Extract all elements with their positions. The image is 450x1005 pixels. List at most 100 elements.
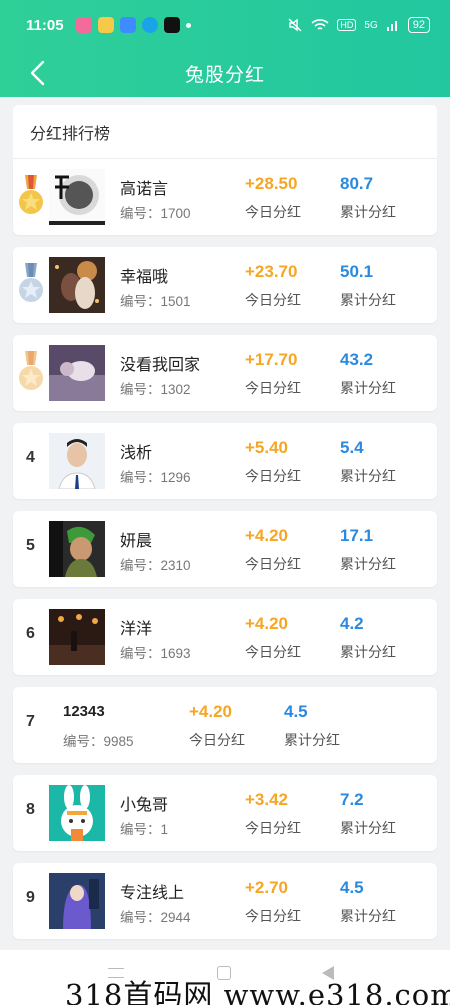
avatar <box>49 345 105 401</box>
leaderboard-row[interactable]: 8 小兔哥 编号：1 +3.42 今日分红 7.2 累计分红 <box>13 775 437 851</box>
avatar <box>49 785 105 841</box>
today-dividend-label: 今日分红 <box>245 820 301 836</box>
today-dividend-label: 今日分红 <box>245 468 301 484</box>
today-dividend-value: +5.40 <box>245 438 289 457</box>
user-id: 编号：2944 <box>120 910 191 925</box>
total-dividend-label: 累计分红 <box>340 292 396 308</box>
leaderboard-row[interactable]: 4 浅析 编号：1296 +5.40 今日分红 5.4 累计分红 <box>13 423 437 499</box>
user-name: 浅析 <box>120 445 153 462</box>
total-dividend-label: 累计分红 <box>340 908 396 924</box>
rank-number: 6 <box>26 625 35 642</box>
leaderboard-row[interactable]: 9 专注线上 编号：2944 +2.70 今日分红 4.5 累计分红 <box>13 863 437 939</box>
user-id: 编号：1 <box>120 822 169 837</box>
leaderboard-row[interactable]: 6 洋洋 编号：1693 +4.20 今日分红 4.2 累计分红 <box>13 599 437 675</box>
tiktok-icon <box>163 17 180 33</box>
today-dividend-label: 今日分红 <box>245 556 301 572</box>
rank-number: 7 <box>26 713 35 730</box>
battery-indicator: 92 <box>407 17 430 33</box>
user-name: 没看我回家 <box>120 357 201 374</box>
user-id: 编号：1302 <box>120 382 191 397</box>
avatar <box>49 433 105 489</box>
total-dividend-value: 43.2 <box>340 350 374 369</box>
watermark-text: 318首码网 www.e318.com <box>65 978 450 1005</box>
user-id: 编号：2310 <box>120 558 191 573</box>
today-dividend-label: 今日分红 <box>189 732 245 748</box>
leaderboard-header: 分红排行榜 <box>13 105 437 159</box>
total-dividend-label: 累计分红 <box>340 204 396 220</box>
rank-number: 9 <box>26 889 35 906</box>
total-dividend-label: 累计分红 <box>340 556 396 572</box>
today-dividend-label: 今日分红 <box>245 908 301 924</box>
more-dot-icon <box>185 22 191 28</box>
today-dividend-label: 今日分红 <box>245 380 301 396</box>
app-notification-icon <box>141 17 158 33</box>
nav-bar: 兔股分红 <box>0 50 450 97</box>
user-id: 编号：1700 <box>120 206 191 221</box>
rank-number: 8 <box>26 801 35 818</box>
gold-medal-icon <box>19 175 43 214</box>
user-id: 编号：1501 <box>120 294 191 309</box>
status-time: 11:05 <box>26 16 64 34</box>
user-name: 幸福哦 <box>120 269 169 286</box>
page-title: 兔股分红 <box>184 65 265 86</box>
chevron-left-icon <box>30 60 45 86</box>
leaderboard-row[interactable]: 幸福哦 编号：1501 +23.70 今日分红 50.1 累计分红 <box>13 247 437 323</box>
app-notification-icon <box>75 17 92 33</box>
today-dividend-value: +17.70 <box>245 350 298 369</box>
user-id: 编号：1693 <box>120 646 191 661</box>
total-dividend-value: 80.7 <box>340 174 374 193</box>
today-dividend-value: +2.70 <box>245 878 289 897</box>
leaderboard-row[interactable]: 5 妍晨 编号：2310 +4.20 今日分红 17.1 累计分红 <box>13 511 437 587</box>
avatar <box>49 873 105 929</box>
total-dividend-value: 5.4 <box>340 438 364 457</box>
total-dividend-value: 7.2 <box>340 790 364 809</box>
total-dividend-value: 4.2 <box>340 614 364 633</box>
mute-icon <box>288 18 302 32</box>
silver-medal-icon <box>19 263 43 302</box>
avatar <box>49 609 105 665</box>
user-name: 12343 <box>63 703 105 720</box>
total-dividend-value: 50.1 <box>340 262 374 281</box>
today-dividend-value: +4.20 <box>189 702 233 721</box>
user-id: 编号：9985 <box>63 734 134 749</box>
today-dividend-label: 今日分红 <box>245 644 301 660</box>
app-notification-icon <box>97 17 114 33</box>
bronze-medal-icon <box>19 351 43 390</box>
total-dividend-label: 累计分红 <box>340 380 396 396</box>
user-name: 小兔哥 <box>120 797 169 814</box>
today-dividend-label: 今日分红 <box>245 292 301 308</box>
hd-icon: HD <box>337 19 357 31</box>
total-dividend-label: 累计分红 <box>284 732 340 748</box>
user-name: 高诺言 <box>120 181 169 198</box>
user-name: 洋洋 <box>120 621 153 638</box>
back-button[interactable] <box>22 58 52 88</box>
leaderboard-title: 分红排行榜 <box>30 125 111 143</box>
leaderboard-row[interactable]: 高诺言 编号：1700 +28.50 今日分红 80.7 累计分红 <box>13 159 437 235</box>
avatar <box>49 521 105 577</box>
rank-number: 5 <box>26 537 35 554</box>
today-dividend-value: +4.20 <box>245 614 289 633</box>
today-dividend-value: +23.70 <box>245 262 298 281</box>
total-dividend-label: 累计分红 <box>340 644 396 660</box>
today-dividend-value: +4.20 <box>245 526 289 545</box>
signal-bars-icon <box>386 21 397 31</box>
total-dividend-label: 累计分红 <box>340 468 396 484</box>
user-name: 妍晨 <box>120 533 153 550</box>
total-dividend-value: 4.5 <box>340 878 364 897</box>
today-dividend-label: 今日分红 <box>245 204 301 220</box>
total-dividend-value: 17.1 <box>340 526 374 545</box>
total-dividend-label: 累计分红 <box>340 820 396 836</box>
leaderboard-row[interactable]: 7 12343 编号：9985 +4.20 今日分红 4.5 累计分红 <box>13 687 437 763</box>
app-notification-icon <box>119 17 136 33</box>
wifi-icon <box>311 19 329 30</box>
avatar <box>49 257 105 313</box>
avatar <box>49 169 105 225</box>
today-dividend-value: +28.50 <box>245 174 298 193</box>
leaderboard-row[interactable]: 没看我回家 编号：1302 +17.70 今日分红 43.2 累计分红 <box>13 335 437 411</box>
user-name: 专注线上 <box>120 885 185 902</box>
rank-number: 4 <box>26 449 35 466</box>
today-dividend-value: +3.42 <box>245 790 289 809</box>
signal-icon: 5G <box>364 19 378 31</box>
total-dividend-value: 4.5 <box>284 702 308 721</box>
status-indicators: HD 5G 92 <box>287 17 430 33</box>
